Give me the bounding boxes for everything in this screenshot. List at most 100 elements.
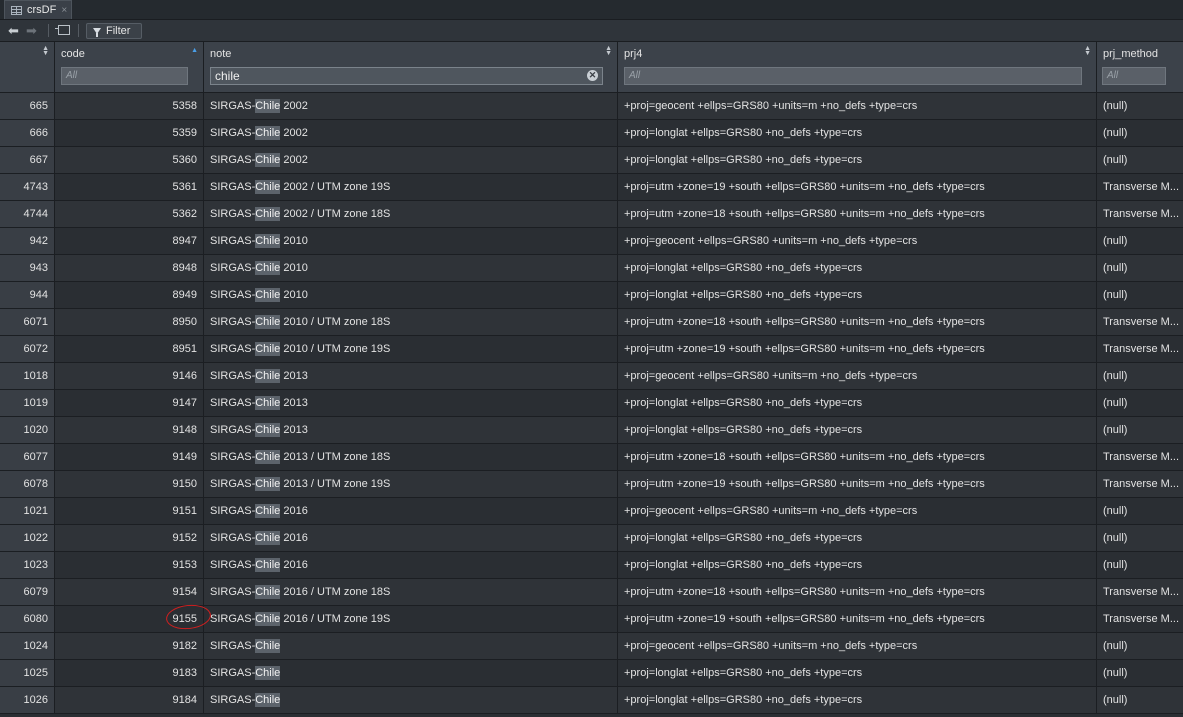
header-prj4[interactable]: prj4 ▲ ▼ All — [618, 42, 1097, 92]
cell-prj-method[interactable]: Transverse M... — [1097, 309, 1183, 335]
table-row[interactable]: 1023 9153 SIRGAS-Chile 2016 +proj=longlat +… — [0, 552, 1183, 579]
table-row[interactable]: 1020 9148 SIRGAS-Chile 2013 +proj=longlat +… — [0, 417, 1183, 444]
cell-prj-method[interactable]: Transverse M... — [1097, 444, 1183, 470]
table-row[interactable]: 1022 9152 SIRGAS-Chile 2016 +proj=longlat +… — [0, 525, 1183, 552]
cell-note[interactable]: SIRGAS-Chile 2010 — [204, 282, 618, 308]
table-row[interactable]: 1021 9151 SIRGAS-Chile 2016 +proj=geocent +… — [0, 498, 1183, 525]
cell-prj4[interactable]: +proj=longlat +ellps=GRS80 +no_defs +typ… — [618, 660, 1097, 686]
table-row[interactable]: 1024 9182 SIRGAS-Chile +proj=geocent +ellps… — [0, 633, 1183, 660]
cell-prj4[interactable]: +proj=longlat +ellps=GRS80 +no_defs +typ… — [618, 255, 1097, 281]
cell-prj-method[interactable]: Transverse M... — [1097, 606, 1183, 632]
cell-code[interactable]: 8949 — [55, 282, 204, 308]
cell-note[interactable]: SIRGAS-Chile 2016 — [204, 552, 618, 578]
cell-code[interactable]: 8948 — [55, 255, 204, 281]
table-row[interactable]: 6079 9154 SIRGAS-Chile 2016 / UTM zone 18S… — [0, 579, 1183, 606]
cell-prj4[interactable]: +proj=utm +zone=19 +south +ellps=GRS80 +… — [618, 471, 1097, 497]
note-filter-input[interactable]: chile ✕ — [210, 67, 603, 85]
cell-code[interactable]: 5362 — [55, 201, 204, 227]
cell-code[interactable]: 5360 — [55, 147, 204, 173]
cell-prj-method[interactable]: (null) — [1097, 390, 1183, 416]
cell-code[interactable]: 9152 — [55, 525, 204, 551]
cell-code[interactable]: 9150 — [55, 471, 204, 497]
cell-prj-method[interactable]: (null) — [1097, 687, 1183, 713]
cell-prj-method[interactable]: (null) — [1097, 282, 1183, 308]
cell-code[interactable]: 9153 — [55, 552, 204, 578]
cell-prj4[interactable]: +proj=geocent +ellps=GRS80 +units=m +no_… — [618, 498, 1097, 524]
cell-prj-method[interactable]: Transverse M... — [1097, 201, 1183, 227]
cell-prj4[interactable]: +proj=longlat +ellps=GRS80 +no_defs +typ… — [618, 687, 1097, 713]
table-row[interactable]: 1026 9184 SIRGAS-Chile +proj=longlat +ellps… — [0, 687, 1183, 714]
cell-code[interactable]: 8947 — [55, 228, 204, 254]
cell-note[interactable]: SIRGAS-Chile 2002 / UTM zone 18S — [204, 201, 618, 227]
cell-prj-method[interactable]: (null) — [1097, 525, 1183, 551]
cell-prj-method[interactable]: (null) — [1097, 552, 1183, 578]
cell-code[interactable]: 9184 — [55, 687, 204, 713]
cell-note[interactable]: SIRGAS-Chile 2013 / UTM zone 19S — [204, 471, 618, 497]
table-row[interactable]: 1025 9183 SIRGAS-Chile +proj=longlat +ellps… — [0, 660, 1183, 687]
cell-prj4[interactable]: +proj=geocent +ellps=GRS80 +units=m +no_… — [618, 633, 1097, 659]
cell-prj4[interactable]: +proj=utm +zone=18 +south +ellps=GRS80 +… — [618, 201, 1097, 227]
cell-note[interactable]: SIRGAS-Chile — [204, 633, 618, 659]
cell-code[interactable]: 9151 — [55, 498, 204, 524]
popout-icon[interactable] — [55, 25, 70, 35]
cell-note[interactable]: SIRGAS-Chile 2010 — [204, 228, 618, 254]
code-filter-input[interactable]: All — [61, 67, 188, 85]
cell-note[interactable]: SIRGAS-Chile 2013 / UTM zone 18S — [204, 444, 618, 470]
sort-icon[interactable]: ▲ ▼ — [42, 45, 49, 57]
cell-prj4[interactable]: +proj=utm +zone=19 +south +ellps=GRS80 +… — [618, 336, 1097, 362]
cell-note[interactable]: SIRGAS-Chile 2016 — [204, 498, 618, 524]
cell-prj-method[interactable]: (null) — [1097, 633, 1183, 659]
table-row[interactable]: 666 5359 SIRGAS-Chile 2002 +proj=longlat +e… — [0, 120, 1183, 147]
cell-code[interactable]: 5358 — [55, 93, 204, 119]
cell-prj-method[interactable]: (null) — [1097, 417, 1183, 443]
prj4-filter-input[interactable]: All — [624, 67, 1082, 85]
table-row[interactable]: 6072 8951 SIRGAS-Chile 2010 / UTM zone 19S… — [0, 336, 1183, 363]
cell-code[interactable]: 8951 — [55, 336, 204, 362]
prj-method-filter-input[interactable]: All — [1102, 67, 1166, 85]
cell-note[interactable]: SIRGAS-Chile 2002 / UTM zone 19S — [204, 174, 618, 200]
cell-prj-method[interactable]: (null) — [1097, 255, 1183, 281]
close-icon[interactable]: × — [61, 5, 67, 16]
sort-icon[interactable]: ▲ ▼ — [605, 45, 612, 57]
cell-prj4[interactable]: +proj=longlat +ellps=GRS80 +no_defs +typ… — [618, 525, 1097, 551]
header-prj-method[interactable]: prj_method All — [1097, 42, 1183, 92]
cell-prj4[interactable]: +proj=utm +zone=18 +south +ellps=GRS80 +… — [618, 444, 1097, 470]
filter-button[interactable]: Filter — [86, 23, 142, 39]
cell-note[interactable]: SIRGAS-Chile 2010 / UTM zone 19S — [204, 336, 618, 362]
cell-prj4[interactable]: +proj=longlat +ellps=GRS80 +no_defs +typ… — [618, 282, 1097, 308]
cell-note[interactable]: SIRGAS-Chile 2013 — [204, 390, 618, 416]
table-row[interactable]: 6080 9155 SIRGAS-Chile 2016 / UTM zone 19S… — [0, 602, 1183, 633]
cell-note[interactable]: SIRGAS-Chile 2002 — [204, 147, 618, 173]
cell-prj-method[interactable]: (null) — [1097, 147, 1183, 173]
cell-prj-method[interactable]: (null) — [1097, 120, 1183, 146]
cell-prj4[interactable]: +proj=longlat +ellps=GRS80 +no_defs +typ… — [618, 120, 1097, 146]
cell-prj-method[interactable]: (null) — [1097, 228, 1183, 254]
table-row[interactable]: 6078 9150 SIRGAS-Chile 2013 / UTM zone 19S… — [0, 471, 1183, 498]
back-arrow-icon[interactable]: ⬅ — [8, 24, 22, 37]
cell-code[interactable]: 9154 — [55, 579, 204, 605]
cell-code[interactable]: 9155 — [55, 606, 204, 632]
cell-prj4[interactable]: +proj=geocent +ellps=GRS80 +units=m +no_… — [618, 93, 1097, 119]
cell-code[interactable]: 8950 — [55, 309, 204, 335]
cell-prj4[interactable]: +proj=utm +zone=19 +south +ellps=GRS80 +… — [618, 174, 1097, 200]
cell-note[interactable]: SIRGAS-Chile 2013 — [204, 363, 618, 389]
table-row[interactable]: 1019 9147 SIRGAS-Chile 2013 +proj=longlat +… — [0, 390, 1183, 417]
table-row[interactable]: 1018 9146 SIRGAS-Chile 2013 +proj=geocent +… — [0, 363, 1183, 390]
cell-prj4[interactable]: +proj=longlat +ellps=GRS80 +no_defs +typ… — [618, 552, 1097, 578]
sort-icon[interactable]: ▲ ▼ — [1084, 45, 1091, 57]
cell-code[interactable]: 5361 — [55, 174, 204, 200]
cell-prj4[interactable]: +proj=utm +zone=18 +south +ellps=GRS80 +… — [618, 309, 1097, 335]
cell-prj4[interactable]: +proj=geocent +ellps=GRS80 +units=m +no_… — [618, 228, 1097, 254]
table-row[interactable]: 667 5360 SIRGAS-Chile 2002 +proj=longlat +e… — [0, 147, 1183, 174]
cell-code[interactable]: 9148 — [55, 417, 204, 443]
cell-note[interactable]: SIRGAS-Chile 2010 / UTM zone 18S — [204, 309, 618, 335]
cell-note[interactable]: SIRGAS-Chile — [204, 660, 618, 686]
header-rownames[interactable]: ▲ ▼ — [0, 42, 55, 92]
table-row[interactable]: 4743 5361 SIRGAS-Chile 2002 / UTM zone 19S… — [0, 174, 1183, 201]
cell-prj4[interactable]: +proj=longlat +ellps=GRS80 +no_defs +typ… — [618, 147, 1097, 173]
cell-code[interactable]: 9147 — [55, 390, 204, 416]
cell-code[interactable]: 9149 — [55, 444, 204, 470]
cell-note[interactable]: SIRGAS-Chile 2016 — [204, 525, 618, 551]
clear-filter-icon[interactable]: ✕ — [587, 70, 598, 81]
cell-prj-method[interactable]: (null) — [1097, 93, 1183, 119]
